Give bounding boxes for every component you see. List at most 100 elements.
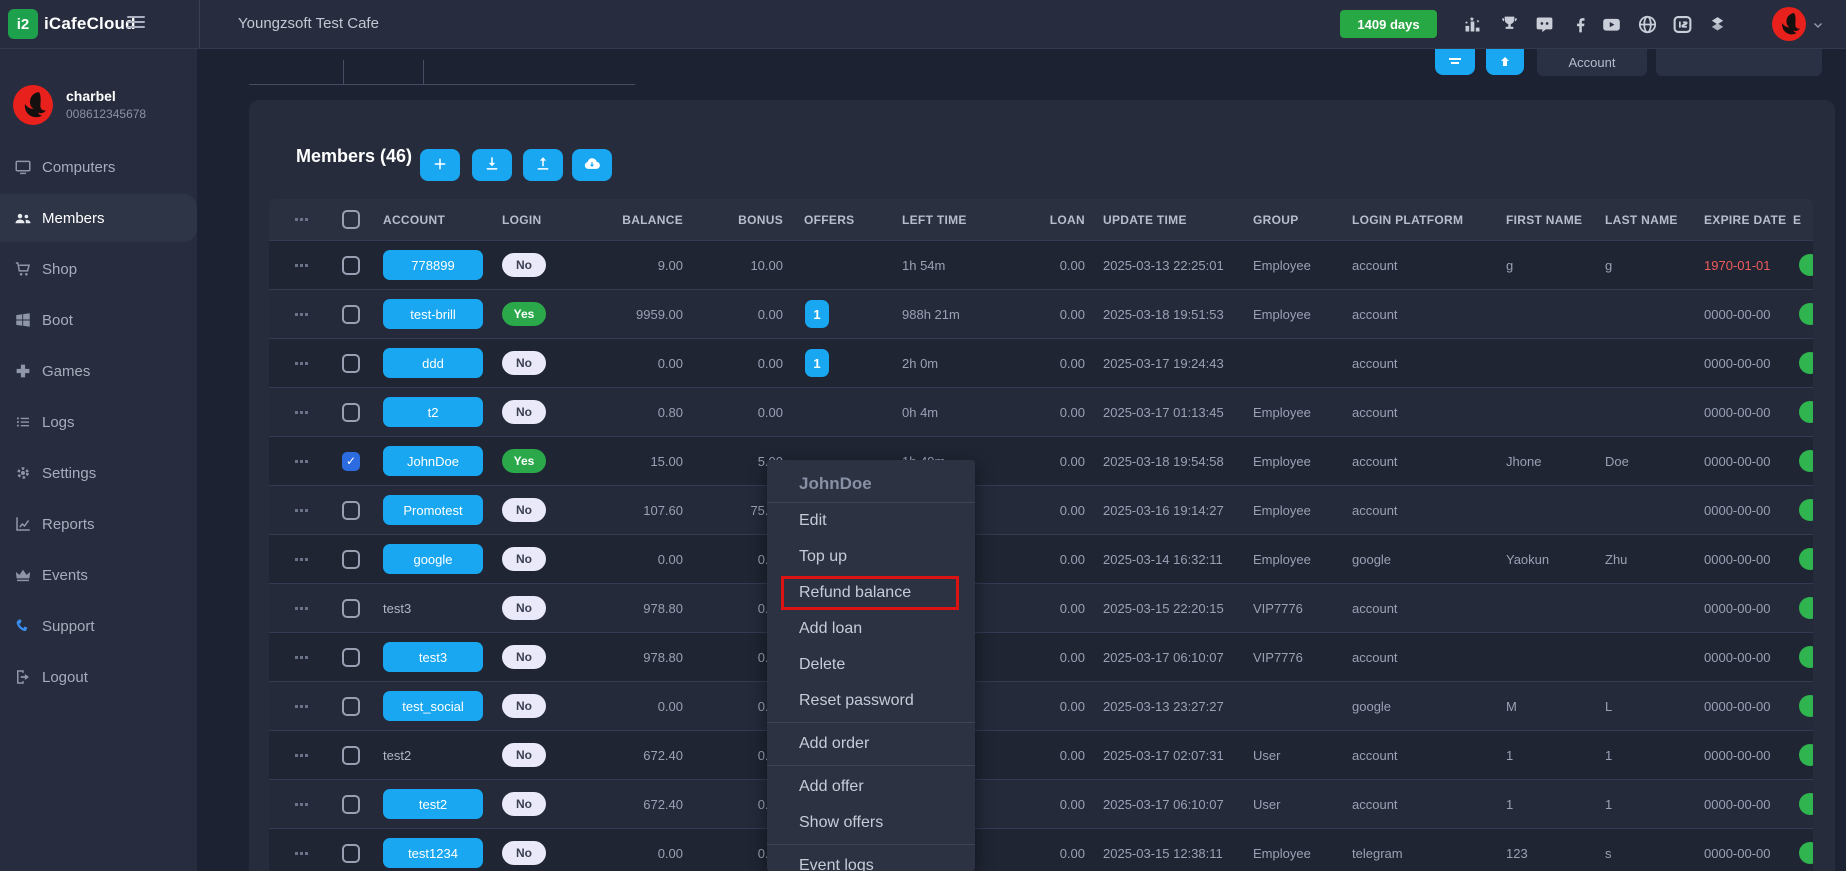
sidebar-item-settings[interactable]: Settings xyxy=(0,449,197,497)
sidebar-item-computers[interactable]: Computers xyxy=(0,143,197,191)
sidebar-item-members[interactable]: Members xyxy=(0,194,197,242)
row-checkbox[interactable] xyxy=(342,633,360,681)
clipped-search-input[interactable] xyxy=(1656,48,1822,76)
menu-item-top-up[interactable]: Top up xyxy=(767,539,975,575)
facebook-icon[interactable] xyxy=(1567,12,1593,36)
menu-item-reset-password[interactable]: Reset password xyxy=(767,683,975,719)
row-actions-button[interactable] xyxy=(295,731,308,779)
cloud-download-button[interactable] xyxy=(572,149,612,181)
sidebar-item-boot[interactable]: Boot xyxy=(0,296,197,344)
layers-icon[interactable] xyxy=(1704,12,1730,36)
account-cell[interactable]: test2 xyxy=(383,731,495,779)
row-actions-button[interactable] xyxy=(295,437,308,485)
row-actions-button[interactable] xyxy=(295,486,308,534)
row-actions-button[interactable] xyxy=(295,535,308,583)
sidebar-item-reports[interactable]: Reports xyxy=(0,500,197,548)
youtube-icon[interactable] xyxy=(1598,12,1624,36)
enabled-indicator[interactable] xyxy=(1799,780,1813,828)
account-cell[interactable]: test1234 xyxy=(383,829,495,871)
select-all-checkbox[interactable] xyxy=(342,199,360,240)
enabled-indicator[interactable] xyxy=(1799,682,1813,730)
row-checkbox[interactable] xyxy=(342,535,360,583)
sidebar-item-logs[interactable]: Logs xyxy=(0,398,197,446)
row-checkbox[interactable] xyxy=(342,780,360,828)
account-cell[interactable]: JohnDoe xyxy=(383,437,495,485)
sidebar-item-games[interactable]: Games xyxy=(0,347,197,395)
account-button[interactable]: test1234 xyxy=(383,838,483,868)
row-actions-button[interactable] xyxy=(295,829,308,871)
menu-item-show-offers[interactable]: Show offers xyxy=(767,805,975,841)
row-checkbox[interactable] xyxy=(342,241,360,289)
row-checkbox[interactable] xyxy=(342,731,360,779)
offers-cell[interactable]: 1 xyxy=(805,339,865,387)
menu-item-add-order[interactable]: Add order xyxy=(767,726,975,762)
row-checkbox[interactable] xyxy=(342,339,360,387)
sidebar-item-shop[interactable]: Shop xyxy=(0,245,197,293)
ranking-icon[interactable] xyxy=(1459,12,1485,36)
hamburger-menu-icon[interactable] xyxy=(127,16,145,30)
account-type-dropdown[interactable]: Account xyxy=(1537,48,1647,76)
upload-button[interactable] xyxy=(523,149,563,181)
clipped-filter-button[interactable] xyxy=(1435,48,1475,75)
download-button[interactable] xyxy=(472,149,512,181)
enabled-indicator[interactable] xyxy=(1799,339,1813,387)
account-cell[interactable]: test-brill xyxy=(383,290,495,338)
discord-icon[interactable] xyxy=(1531,12,1557,36)
row-actions-button[interactable] xyxy=(295,780,308,828)
clipped-export-button[interactable] xyxy=(1486,48,1524,75)
menu-item-delete[interactable]: Delete xyxy=(767,647,975,683)
row-checkbox[interactable] xyxy=(342,290,360,338)
account-cell[interactable]: google xyxy=(383,535,495,583)
chevron-down-icon[interactable] xyxy=(1812,18,1824,36)
account-cell[interactable]: test2 xyxy=(383,780,495,828)
globe-icon[interactable] xyxy=(1634,12,1660,36)
avatar[interactable] xyxy=(1772,7,1806,41)
account-cell[interactable]: ddd xyxy=(383,339,495,387)
trophy-icon[interactable] xyxy=(1496,12,1522,36)
enabled-indicator[interactable] xyxy=(1799,388,1813,436)
row-actions-button[interactable] xyxy=(295,633,308,681)
enabled-indicator[interactable] xyxy=(1799,633,1813,681)
menu-item-refund-balance[interactable]: Refund balance xyxy=(767,575,975,611)
sidebar-item-logout[interactable]: Logout xyxy=(0,653,197,701)
account-button[interactable]: t2 xyxy=(383,397,483,427)
enabled-indicator[interactable] xyxy=(1799,829,1813,871)
account-cell[interactable]: Promotest xyxy=(383,486,495,534)
account-cell[interactable]: test3 xyxy=(383,633,495,681)
enabled-indicator[interactable] xyxy=(1799,584,1813,632)
enabled-indicator[interactable] xyxy=(1799,290,1813,338)
enabled-indicator[interactable] xyxy=(1799,241,1813,289)
row-actions-button[interactable] xyxy=(295,388,308,436)
menu-item-event-logs[interactable]: Event logs xyxy=(767,848,975,871)
enabled-indicator[interactable] xyxy=(1799,486,1813,534)
account-button[interactable]: test2 xyxy=(383,789,483,819)
account-cell[interactable]: test_social xyxy=(383,682,495,730)
days-remaining-badge[interactable]: 1409 days xyxy=(1340,10,1437,38)
menu-item-add-offer[interactable]: Add offer xyxy=(767,769,975,805)
account-button[interactable]: test_social xyxy=(383,691,483,721)
offers-cell[interactable]: 1 xyxy=(805,290,865,338)
row-actions-button[interactable] xyxy=(295,584,308,632)
account-cell[interactable]: 778899 xyxy=(383,241,495,289)
icafecloud-icon[interactable] xyxy=(1669,12,1695,36)
row-checkbox[interactable] xyxy=(342,682,360,730)
sidebar-item-events[interactable]: Events xyxy=(0,551,197,599)
row-actions-button[interactable] xyxy=(295,339,308,387)
enabled-indicator[interactable] xyxy=(1799,731,1813,779)
row-checkbox[interactable] xyxy=(342,584,360,632)
sidebar-item-support[interactable]: Support xyxy=(0,602,197,650)
row-checkbox[interactable] xyxy=(342,388,360,436)
menu-item-add-loan[interactable]: Add loan xyxy=(767,611,975,647)
row-actions-button[interactable] xyxy=(295,241,308,289)
enabled-indicator[interactable] xyxy=(1799,437,1813,485)
account-cell[interactable]: t2 xyxy=(383,388,495,436)
row-checkbox[interactable] xyxy=(342,829,360,871)
account-button[interactable]: ddd xyxy=(383,348,483,378)
account-cell[interactable]: test3 xyxy=(383,584,495,632)
enabled-indicator[interactable] xyxy=(1799,535,1813,583)
account-button[interactable]: test-brill xyxy=(383,299,483,329)
row-checkbox[interactable]: ✓ xyxy=(342,437,360,485)
row-checkbox[interactable] xyxy=(342,486,360,534)
account-button[interactable]: 778899 xyxy=(383,250,483,280)
clipped-filter-inputs[interactable] xyxy=(249,48,635,85)
